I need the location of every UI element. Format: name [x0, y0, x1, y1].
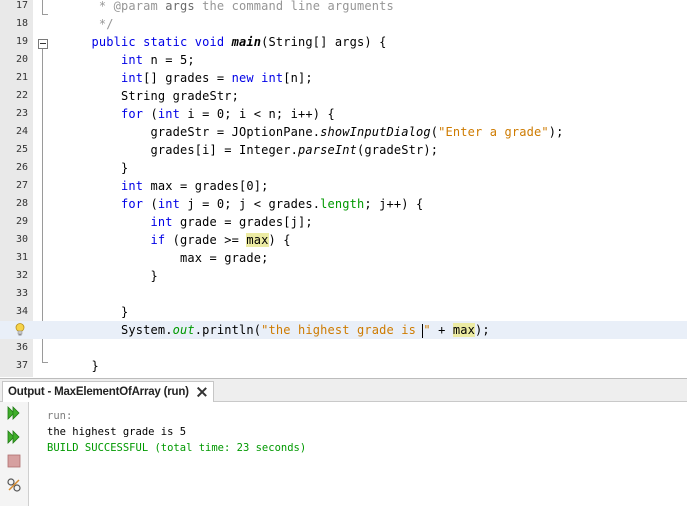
line-number: 19: [15, 36, 28, 47]
code-text: public static void main(String[] args) {: [91, 35, 387, 49]
code-line[interactable]: 27 int max = grades[0];: [0, 177, 687, 195]
code-line[interactable]: 32 }: [0, 267, 687, 285]
code-line[interactable]: 26 }: [0, 159, 687, 177]
line-number: 24: [15, 126, 28, 137]
code-text: int n = 5;: [121, 53, 195, 67]
line-number: 32: [15, 270, 28, 281]
line-number: 20: [15, 54, 28, 65]
line-number: 34: [15, 306, 28, 317]
code-text: int max = grades[0];: [121, 179, 269, 193]
code-text: }: [62, 305, 129, 319]
line-number: 23: [15, 108, 28, 119]
line-number: 36: [15, 342, 28, 353]
code-line[interactable]: 24 gradeStr = JOptionPane.showInputDialo…: [0, 123, 687, 141]
code-line[interactable]: 31 max = grade;: [0, 249, 687, 267]
code-line[interactable]: 33: [0, 285, 687, 303]
code-line[interactable]: 28 for (int j = 0; j < grades.length; j+…: [0, 195, 687, 213]
output-tab-bar: Output - MaxElementOfArray (run): [0, 379, 687, 402]
console-run-line: run:: [47, 410, 73, 422]
line-number: 37: [15, 360, 28, 371]
line-number: 17: [15, 0, 28, 11]
line-number: 33: [15, 288, 28, 299]
code-text: }: [62, 269, 158, 283]
code-text: for (int i = 0; i < n; i++) {: [121, 107, 335, 121]
line-number: 29: [15, 216, 28, 227]
line-number: 18: [15, 18, 28, 29]
code-text: System.out.println("the highest grade is…: [62, 323, 490, 338]
code-line[interactable]: 20 int n = 5;: [0, 51, 687, 69]
line-number: 21: [15, 72, 28, 83]
code-line[interactable]: 34 }: [0, 303, 687, 321]
code-line[interactable]: 25 grades[i] = Integer.parseInt(gradeStr…: [0, 141, 687, 159]
output-panel: Output - MaxElementOfArray (run) run: the…: [0, 378, 687, 506]
code-line[interactable]: 21 int[] grades = new int[n];: [0, 69, 687, 87]
code-line[interactable]: 30 if (grade >= max) {: [0, 231, 687, 249]
text-caret: [422, 323, 424, 338]
rerun-with-options-icon[interactable]: [6, 429, 22, 445]
code-line[interactable]: 23 for (int i = 0; i < n; i++) {: [0, 105, 687, 123]
code-text: if (grade >= max) {: [150, 233, 291, 247]
code-text: grades[i] = Integer.parseInt(gradeStr);: [62, 143, 439, 157]
line-number: 28: [15, 198, 28, 209]
code-line[interactable]: 19 public static void main(String[] args…: [0, 33, 687, 51]
current-code-line[interactable]: System.out.println("the highest grade is…: [0, 321, 687, 339]
code-line[interactable]: 18 */: [0, 15, 687, 33]
code-text: }: [62, 161, 129, 175]
code-line[interactable]: 29 int grade = grades[j];: [0, 213, 687, 231]
stop-icon[interactable]: [6, 453, 22, 469]
code-text: max = grade;: [62, 251, 269, 265]
code-line[interactable]: 17 * @param args the command line argume…: [0, 0, 687, 15]
code-text: String gradeStr;: [62, 89, 239, 103]
code-line[interactable]: 36: [0, 339, 687, 357]
code-text: * @param args the command line arguments: [62, 0, 394, 13]
code-line[interactable]: 22 String gradeStr;: [0, 87, 687, 105]
code-text: int[] grades = new int[n];: [121, 71, 313, 85]
output-tab[interactable]: Output - MaxElementOfArray (run): [2, 381, 214, 402]
code-text: int grade = grades[j];: [150, 215, 313, 229]
line-number: 25: [15, 144, 28, 155]
line-number: 22: [15, 90, 28, 101]
settings-icon[interactable]: [6, 477, 22, 493]
code-editor[interactable]: 17 * @param args the command line argume…: [0, 0, 687, 377]
code-text: }: [62, 359, 99, 373]
output-tab-label: Output - MaxElementOfArray (run): [8, 386, 189, 398]
line-number: 31: [15, 252, 28, 263]
console-build-status: BUILD SUCCESSFUL (total time: 23 seconds…: [47, 442, 307, 454]
lightbulb-hint-icon[interactable]: [15, 323, 25, 336]
console-output[interactable]: run: the highest grade is 5 BUILD SUCCESSF…: [47, 408, 306, 456]
output-toolbar: [0, 402, 29, 506]
console-program-output: the highest grade is 5: [47, 426, 187, 438]
line-number: 26: [15, 162, 28, 173]
code-text: */: [62, 17, 114, 31]
line-number: 30: [15, 234, 28, 245]
code-text: gradeStr = JOptionPane.showInputDialog("…: [62, 125, 564, 139]
code-line[interactable]: 37 }: [0, 357, 687, 375]
rerun-icon[interactable]: [6, 405, 22, 421]
code-text: for (int j = 0; j < grades.length; j++) …: [121, 197, 424, 211]
line-number: 27: [15, 180, 28, 191]
close-icon[interactable]: [197, 387, 207, 397]
